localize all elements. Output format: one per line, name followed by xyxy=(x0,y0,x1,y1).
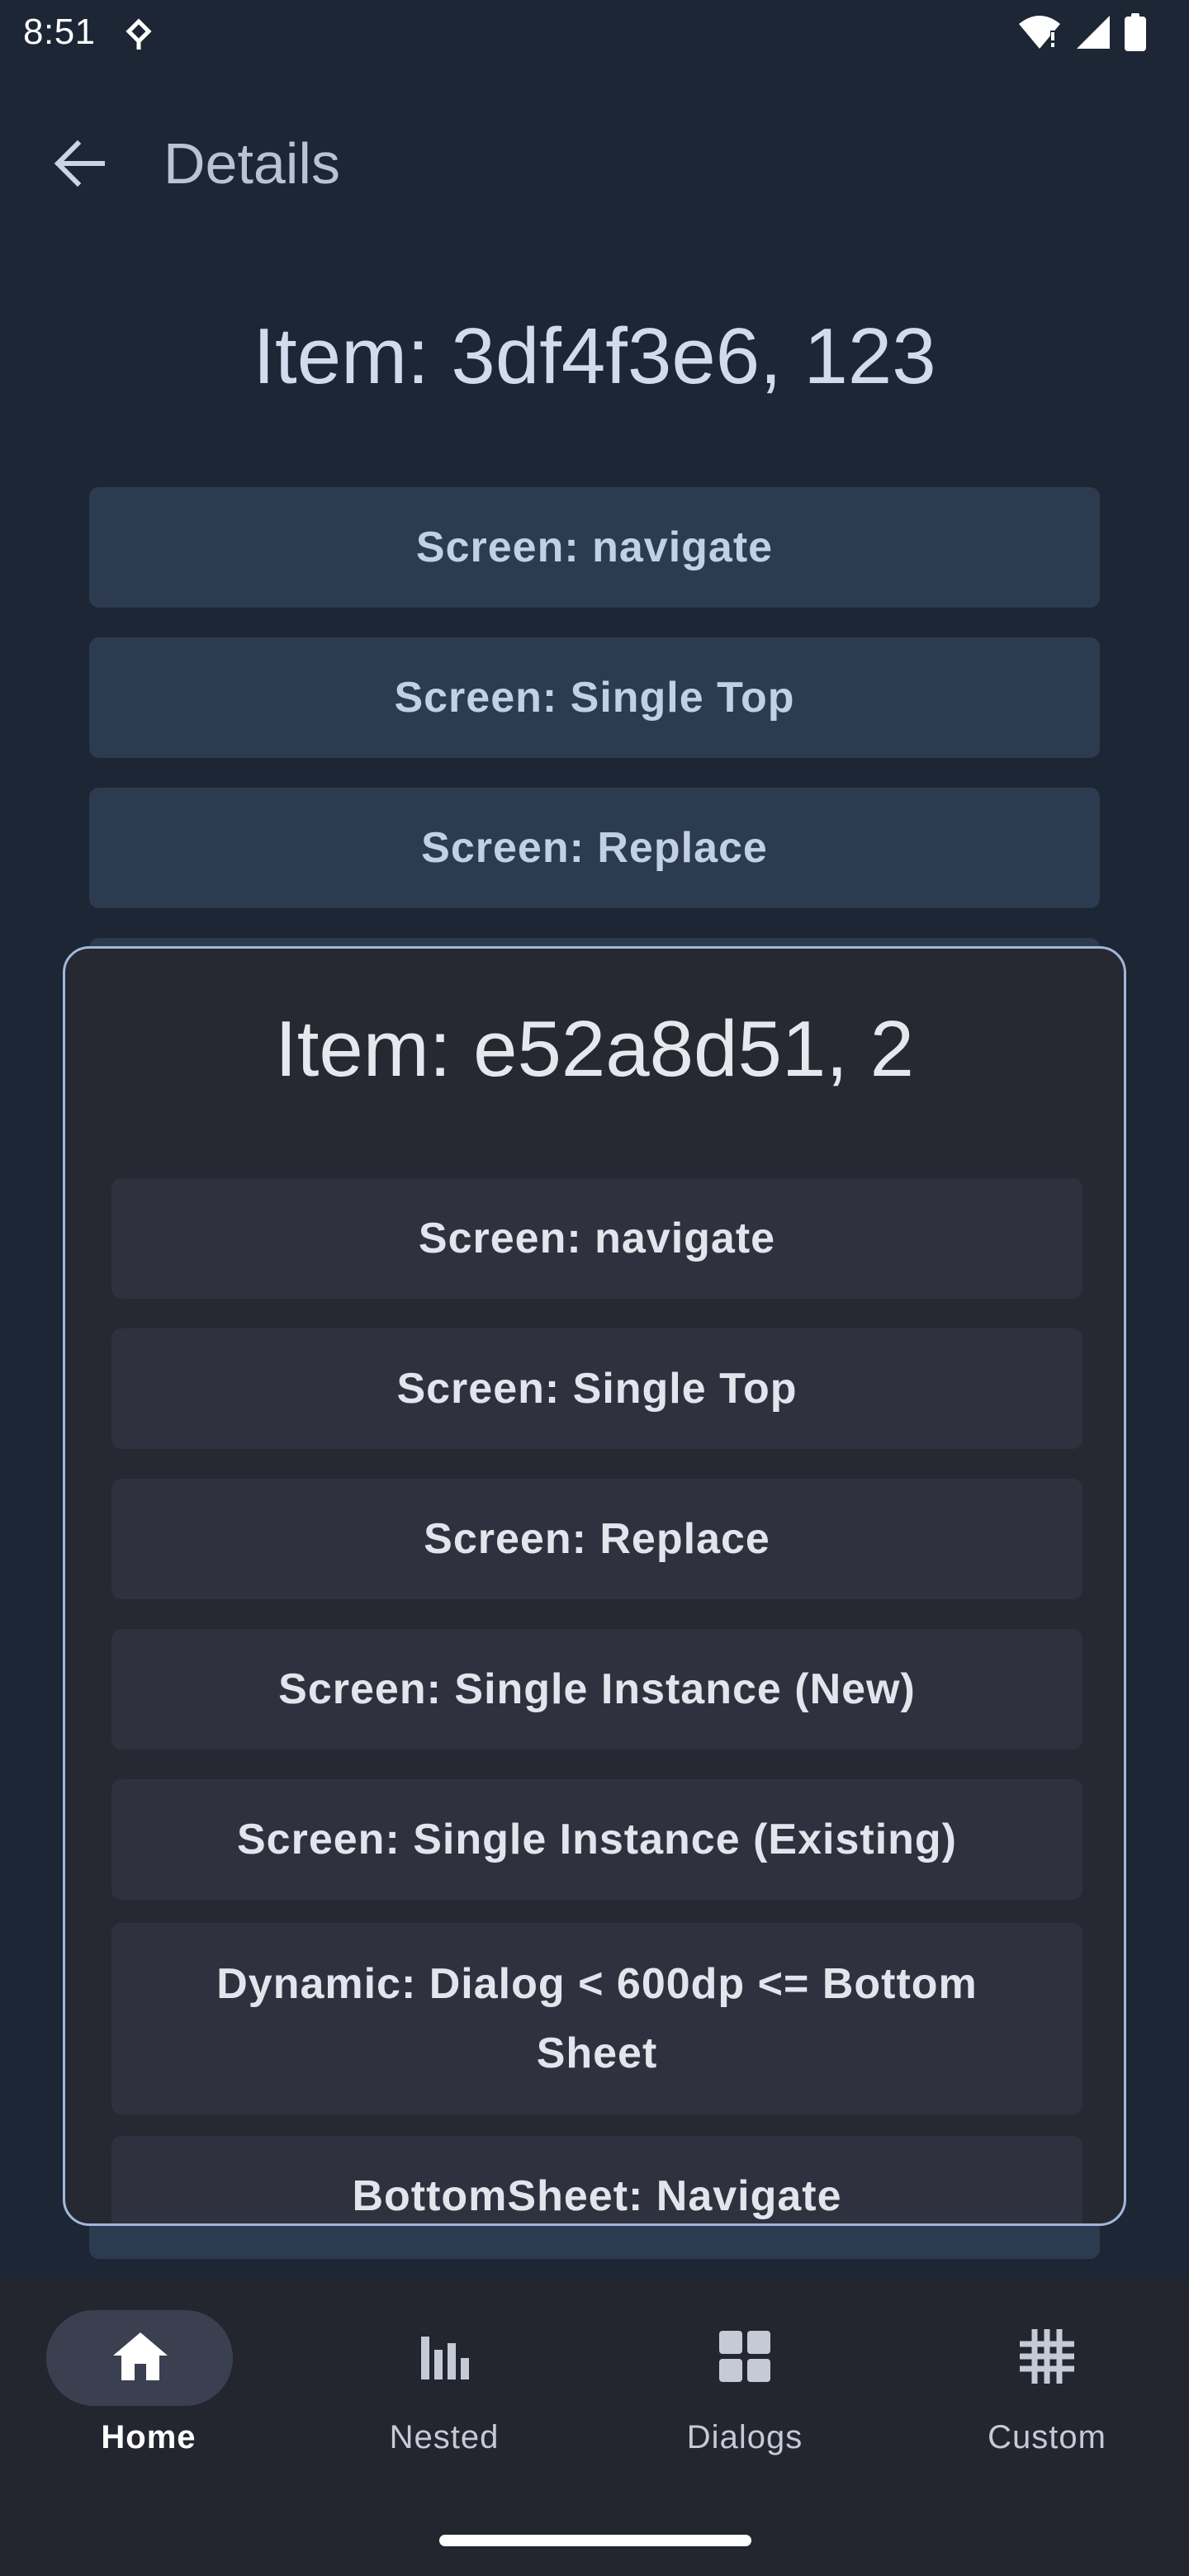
dialog-screen-single-top-button[interactable]: Screen: Single Top xyxy=(111,1328,1082,1449)
page-title: Details xyxy=(163,131,340,196)
screen-navigate-button[interactable]: Screen: navigate xyxy=(89,487,1100,608)
status-icons xyxy=(1017,12,1146,55)
top-app-bar: Details xyxy=(0,107,1189,216)
status-bar: 8:51 xyxy=(0,0,1189,69)
home-indicator[interactable] xyxy=(439,2535,751,2546)
dialog-screen-replace-button[interactable]: Screen: Replace xyxy=(111,1479,1082,1599)
dialog-single-instance-new-button[interactable]: Screen: Single Instance (New) xyxy=(111,1629,1082,1750)
battery-icon xyxy=(1125,12,1146,55)
nav-item-dialogs[interactable]: Dialogs xyxy=(596,2275,893,2490)
bar-chart-icon xyxy=(411,2322,477,2391)
nav-item-custom[interactable]: Custom xyxy=(898,2275,1189,2490)
nav-item-nested[interactable]: Nested xyxy=(296,2275,593,2490)
hashtag-grid-icon xyxy=(1014,2322,1080,2391)
nav-label-dialogs: Dialogs xyxy=(686,2419,803,2455)
signal-icon xyxy=(1075,14,1111,54)
dialog-title: Item: e52a8d51, 2 xyxy=(275,1005,914,1093)
screen-replace-button[interactable]: Screen: Replace xyxy=(89,788,1100,908)
nav-label-home: Home xyxy=(101,2419,197,2455)
dialog-screen-navigate-button[interactable]: Screen: navigate xyxy=(111,1178,1082,1299)
arrow-back-icon xyxy=(53,140,106,191)
wifi-icon xyxy=(1017,14,1062,54)
dialog-dynamic-dialog-bottom-sheet-button[interactable]: Dynamic: Dialog < 600dp <= Bottom Sheet xyxy=(111,1923,1082,2114)
dialog: Item: e52a8d51, 2 Screen: navigate Scree… xyxy=(63,946,1126,2226)
dialog-single-instance-existing-button[interactable]: Screen: Single Instance (Existing) xyxy=(111,1779,1082,1900)
home-icon xyxy=(107,2322,173,2391)
nav-label-custom: Custom xyxy=(988,2419,1106,2455)
nav-label-nested: Nested xyxy=(389,2419,500,2455)
details-screen: 8:51 Details Item: 3df4f3e6, 123 Screen:… xyxy=(0,0,1189,2576)
dialog-bottomsheet-navigate-button[interactable]: BottomSheet: Navigate xyxy=(111,2136,1082,2223)
data-transfer-icon xyxy=(124,18,154,51)
status-time: 8:51 xyxy=(23,12,96,52)
back-button[interactable] xyxy=(38,124,121,206)
bottom-navigation: Home Nested Dialogs Custom xyxy=(0,2275,1189,2576)
nav-item-home[interactable]: Home xyxy=(0,2275,297,2490)
grid-icon xyxy=(712,2322,778,2391)
screen-single-top-button[interactable]: Screen: Single Top xyxy=(89,637,1100,758)
item-title: Item: 3df4f3e6, 123 xyxy=(253,312,936,400)
